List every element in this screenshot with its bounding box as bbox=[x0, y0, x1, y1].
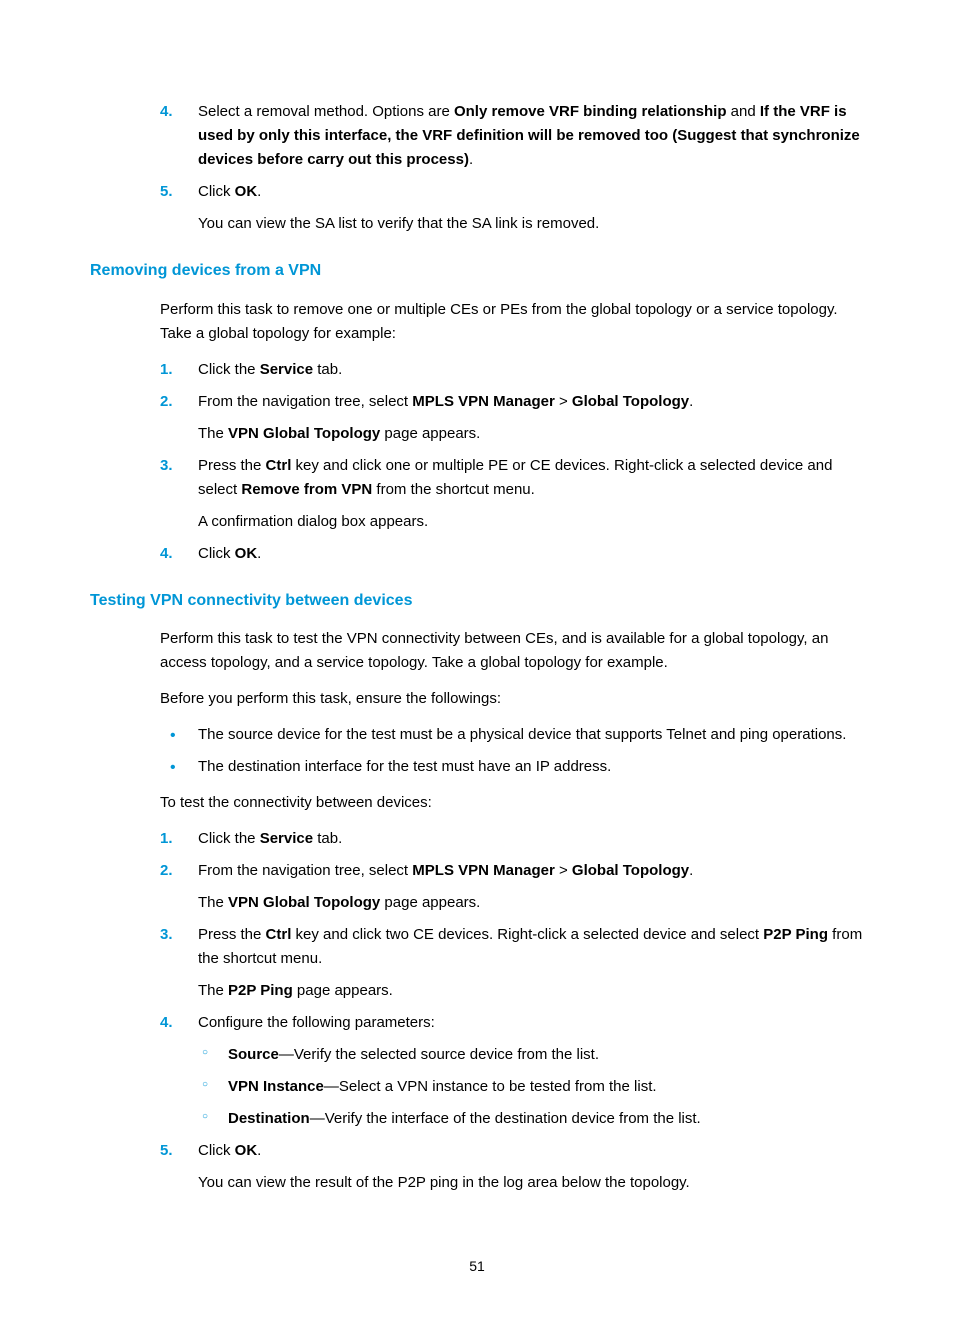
s1-step-2: 2. From the navigation tree, select MPLS… bbox=[160, 390, 864, 446]
s2-step-5: 5. Click OK. You can view the result of … bbox=[160, 1139, 864, 1195]
step-number: 5. bbox=[160, 1139, 173, 1163]
step-number: 3. bbox=[160, 923, 173, 947]
top-steps-list: 4. Select a removal method. Options are … bbox=[160, 100, 864, 236]
step-number: 5. bbox=[160, 180, 173, 204]
section2-bullets: The source device for the test must be a… bbox=[160, 723, 864, 779]
s1-step-1: 1. Click the Service tab. bbox=[160, 358, 864, 382]
step-text: Click OK. bbox=[198, 545, 261, 562]
section1-steps: 1. Click the Service tab. 2. From the na… bbox=[160, 358, 864, 566]
s2-step-3: 3. Press the Ctrl key and click two CE d… bbox=[160, 923, 864, 1003]
step-text: Click OK. bbox=[198, 183, 261, 200]
step-text: Click OK. bbox=[198, 1142, 261, 1159]
step-number: 1. bbox=[160, 358, 173, 382]
s1-step-4: 4. Click OK. bbox=[160, 542, 864, 566]
step-text: From the navigation tree, select MPLS VP… bbox=[198, 393, 693, 410]
step-text: Click the Service tab. bbox=[198, 830, 342, 847]
step-text: Press the Ctrl key and click one or mult… bbox=[198, 457, 832, 498]
step-text: Click the Service tab. bbox=[198, 361, 342, 378]
step-number: 4. bbox=[160, 1011, 173, 1035]
param-item: Destination—Verify the interface of the … bbox=[198, 1107, 864, 1131]
section2-totest: To test the connectivity between devices… bbox=[160, 791, 864, 815]
step-number: 2. bbox=[160, 390, 173, 414]
step-5: 5. Click OK. You can view the SA list to… bbox=[160, 180, 864, 236]
document-page: 4. Select a removal method. Options are … bbox=[0, 0, 954, 1338]
param-item: Source—Verify the selected source device… bbox=[198, 1043, 864, 1067]
s2-step-2: 2. From the navigation tree, select MPLS… bbox=[160, 859, 864, 915]
section1-intro: Perform this task to remove one or multi… bbox=[160, 298, 864, 346]
step-number: 4. bbox=[160, 100, 173, 124]
param-item: VPN Instance—Select a VPN instance to be… bbox=[198, 1075, 864, 1099]
page-number: 51 bbox=[90, 1255, 864, 1277]
step-4: 4. Select a removal method. Options are … bbox=[160, 100, 864, 172]
step-sub: You can view the SA list to verify that … bbox=[198, 212, 864, 236]
parameter-list: Source—Verify the selected source device… bbox=[198, 1043, 864, 1131]
bullet-item: The destination interface for the test m… bbox=[160, 755, 864, 779]
step-sub: The VPN Global Topology page appears. bbox=[198, 891, 864, 915]
section2-before: Before you perform this task, ensure the… bbox=[160, 687, 864, 711]
section2-intro: Perform this task to test the VPN connec… bbox=[160, 627, 864, 675]
s2-step-1: 1. Click the Service tab. bbox=[160, 827, 864, 851]
step-sub: The P2P Ping page appears. bbox=[198, 979, 864, 1003]
heading-removing-devices: Removing devices from a VPN bbox=[90, 258, 864, 284]
step-sub: A confirmation dialog box appears. bbox=[198, 510, 864, 534]
s2-step-4: 4. Configure the following parameters: S… bbox=[160, 1011, 864, 1131]
step-text: Press the Ctrl key and click two CE devi… bbox=[198, 926, 862, 967]
step-number: 4. bbox=[160, 542, 173, 566]
section2-steps: 1. Click the Service tab. 2. From the na… bbox=[160, 827, 864, 1195]
bullet-item: The source device for the test must be a… bbox=[160, 723, 864, 747]
step-number: 2. bbox=[160, 859, 173, 883]
step-number: 3. bbox=[160, 454, 173, 478]
heading-testing-vpn: Testing VPN connectivity between devices bbox=[90, 588, 864, 614]
step-text: From the navigation tree, select MPLS VP… bbox=[198, 862, 693, 879]
step-sub: You can view the result of the P2P ping … bbox=[198, 1171, 864, 1195]
s1-step-3: 3. Press the Ctrl key and click one or m… bbox=[160, 454, 864, 534]
step-number: 1. bbox=[160, 827, 173, 851]
step-text: Configure the following parameters: bbox=[198, 1014, 435, 1031]
step-sub: The VPN Global Topology page appears. bbox=[198, 422, 864, 446]
step-text: Select a removal method. Options are Onl… bbox=[198, 103, 860, 168]
